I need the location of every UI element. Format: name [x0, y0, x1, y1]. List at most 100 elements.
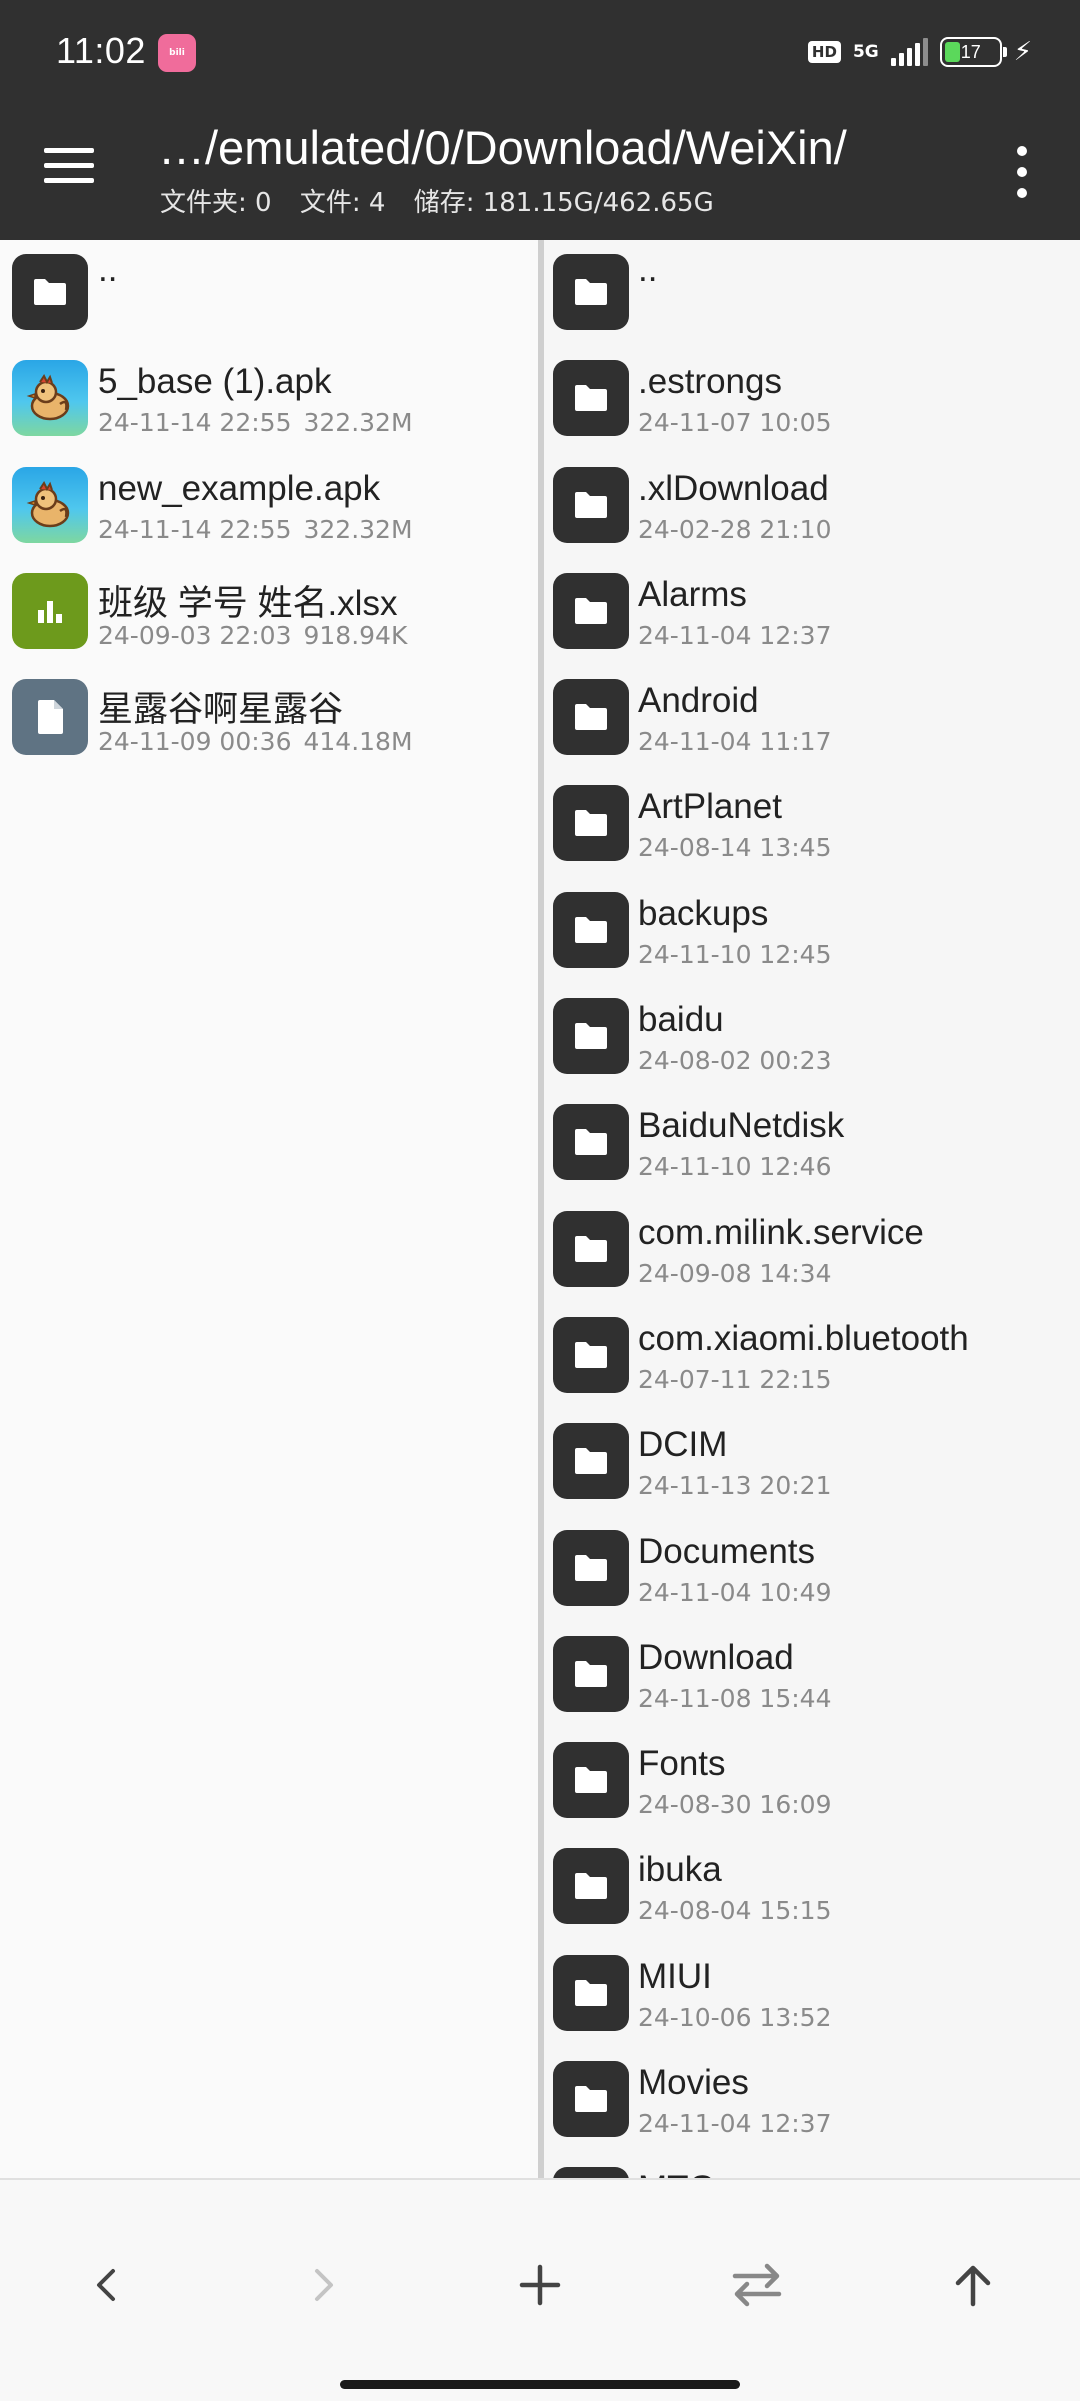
item-date: 24-09-03 22:03: [98, 620, 292, 650]
parent-directory-row[interactable]: ..: [0, 240, 538, 346]
item-date: 24-11-14 22:55: [98, 514, 292, 544]
item-meta: 24-11-13 20:21: [638, 1471, 831, 1500]
item-meta: 24-08-14 13:45: [638, 833, 831, 862]
item-meta: 24-11-04 11:17: [638, 727, 831, 756]
file-icon: [12, 679, 88, 756]
item-meta: 24-11-04 10:49: [638, 1578, 831, 1607]
file-list-item[interactable]: new_example.apk 24-11-14 22:55 322.32M: [0, 453, 538, 559]
item-meta: 24-08-02 00:23: [638, 1046, 831, 1075]
file-list-item[interactable]: Fonts 24-08-30 16:09: [544, 1728, 1080, 1834]
forward-icon[interactable]: [288, 2250, 358, 2320]
home-indicator[interactable]: [340, 2380, 740, 2389]
folder-icon: [12, 254, 88, 330]
item-name: Android: [638, 681, 759, 721]
item-name: ..: [98, 250, 118, 289]
file-list-item[interactable]: Download 24-11-08 15:44: [544, 1622, 1080, 1728]
item-meta: 24-11-14 22:55 322.32M: [98, 408, 413, 437]
file-list-item[interactable]: 星露谷啊星露谷 24-11-09 00:36 414.18M: [0, 665, 538, 771]
more-options-icon[interactable]: [1014, 146, 1030, 198]
item-date: 24-11-04 11:17: [638, 727, 832, 757]
file-list-item[interactable]: MIUI 24-10-06 13:52: [544, 1941, 1080, 2047]
file-list-item[interactable]: 5_base (1).apk 24-11-14 22:55 322.32M: [0, 346, 538, 452]
file-list-item[interactable]: ibuka 24-08-04 15:15: [544, 1834, 1080, 1940]
item-meta: 24-11-10 12:45: [638, 940, 831, 969]
folder-icon: [553, 1954, 629, 2031]
folder-icon: [553, 2167, 629, 2178]
item-date: 24-11-10 12:45: [638, 939, 832, 969]
file-list-item[interactable]: MTG: [544, 2153, 1080, 2178]
folder-icon: [553, 2061, 629, 2138]
file-list-item[interactable]: Documents 24-11-04 10:49: [544, 1516, 1080, 1622]
file-list-item[interactable]: baidu 24-08-02 00:23: [544, 984, 1080, 1090]
item-name: BaiduNetdisk: [638, 1106, 845, 1146]
bottom-toolbar: [0, 2178, 1080, 2401]
add-icon[interactable]: [505, 2250, 575, 2320]
status-icons: HD 5G 17 ⚡: [807, 32, 1032, 72]
folder-icon: [553, 572, 629, 649]
item-date: 24-07-11 22:15: [638, 1364, 832, 1394]
item-meta: 24-11-04 12:37: [638, 2109, 831, 2138]
file-list-item[interactable]: .estrongs 24-11-07 10:05: [544, 346, 1080, 452]
file-list-item[interactable]: BaiduNetdisk 24-11-10 12:46: [544, 1090, 1080, 1196]
item-meta: 24-11-07 10:05: [638, 408, 831, 437]
folder-icon: [553, 1104, 629, 1181]
bilibili-notification-icon: bili: [158, 34, 196, 72]
item-name: ArtPlanet: [638, 787, 782, 827]
parent-directory-row[interactable]: ..: [544, 240, 1080, 346]
item-name: ibuka: [638, 1850, 722, 1890]
item-name: baidu: [638, 1000, 724, 1040]
item-date: 24-10-06 13:52: [638, 2002, 832, 2032]
item-name: com.xiaomi.bluetooth: [638, 1318, 969, 1358]
item-name: .estrongs: [638, 362, 782, 402]
file-list-item[interactable]: Android 24-11-04 11:17: [544, 665, 1080, 771]
item-name: 班级 学号 姓名.xlsx: [98, 583, 398, 623]
item-date: 24-08-04 15:15: [638, 1896, 832, 1926]
item-name: 5_base (1).apk: [98, 362, 332, 402]
status-bar: 11:02 bili HD 5G 17 ⚡: [0, 0, 1080, 104]
apk-icon: [12, 466, 88, 543]
up-icon[interactable]: [938, 2250, 1008, 2320]
item-name: backups: [638, 893, 769, 933]
item-size: 322.32M: [303, 408, 413, 438]
menu-icon[interactable]: [44, 148, 104, 196]
folder-icon: [553, 1529, 629, 1606]
spreadsheet-icon: [12, 572, 88, 649]
status-time: 11:02: [56, 30, 146, 71]
file-list-item[interactable]: Alarms 24-11-04 12:37: [544, 559, 1080, 665]
folder-icon: [553, 466, 629, 543]
folder-icon: [553, 1210, 629, 1287]
item-meta: 24-11-10 12:46: [638, 1152, 831, 1181]
file-list-item[interactable]: Movies 24-11-04 12:37: [544, 2047, 1080, 2153]
file-list-item[interactable]: com.xiaomi.bluetooth 24-07-11 22:15: [544, 1303, 1080, 1409]
item-name: Documents: [638, 1531, 816, 1571]
file-list-item[interactable]: .xlDownload 24-02-28 21:10: [544, 453, 1080, 559]
right-pane[interactable]: .. .estrongs 24-11-07 10:05 .xlDownload 24-0…: [544, 240, 1080, 2178]
swap-icon[interactable]: [722, 2250, 792, 2320]
network-type-icon: 5G: [852, 41, 879, 62]
item-date: 24-11-04 12:37: [638, 620, 832, 650]
back-icon[interactable]: [72, 2250, 142, 2320]
item-date: 24-08-30 16:09: [638, 1790, 832, 1820]
item-date: 24-02-28 21:10: [638, 514, 832, 544]
left-pane[interactable]: .. 5_base (1).apk 24-11-14 22:55 322.32M new…: [0, 240, 538, 2178]
app-toolbar: …/emulated/0/Download/WeiXin/ 文件夹: 0 文件:…: [0, 104, 1080, 240]
item-meta: 24-11-04 12:37: [638, 621, 831, 650]
item-name: DCIM: [638, 1425, 728, 1465]
file-list-item[interactable]: 班级 学号 姓名.xlsx 24-09-03 22:03 918.94K: [0, 559, 538, 665]
folder-icon: [553, 998, 629, 1075]
item-name: Movies: [638, 2063, 749, 2103]
item-size: 918.94K: [303, 620, 408, 650]
battery-icon: 17: [939, 37, 1007, 67]
dual-pane-browser: .. 5_base (1).apk 24-11-14 22:55 322.32M new…: [0, 240, 1080, 2178]
item-date: 24-08-14 13:45: [638, 833, 832, 863]
file-list-item[interactable]: ArtPlanet 24-08-14 13:45: [544, 771, 1080, 877]
item-meta: 24-08-30 16:09: [638, 1790, 831, 1819]
item-date: 24-11-09 00:36: [98, 727, 292, 757]
file-list-item[interactable]: DCIM 24-11-13 20:21: [544, 1409, 1080, 1515]
hd-voice-icon: HD: [807, 41, 841, 63]
file-list-item[interactable]: backups 24-11-10 12:45: [544, 878, 1080, 984]
charging-icon: ⚡: [1013, 37, 1032, 67]
item-size: 322.32M: [303, 514, 413, 544]
file-list-item[interactable]: com.milink.service 24-09-08 14:34: [544, 1197, 1080, 1303]
current-path: …/emulated/0/Download/WeiXin/: [158, 121, 847, 174]
